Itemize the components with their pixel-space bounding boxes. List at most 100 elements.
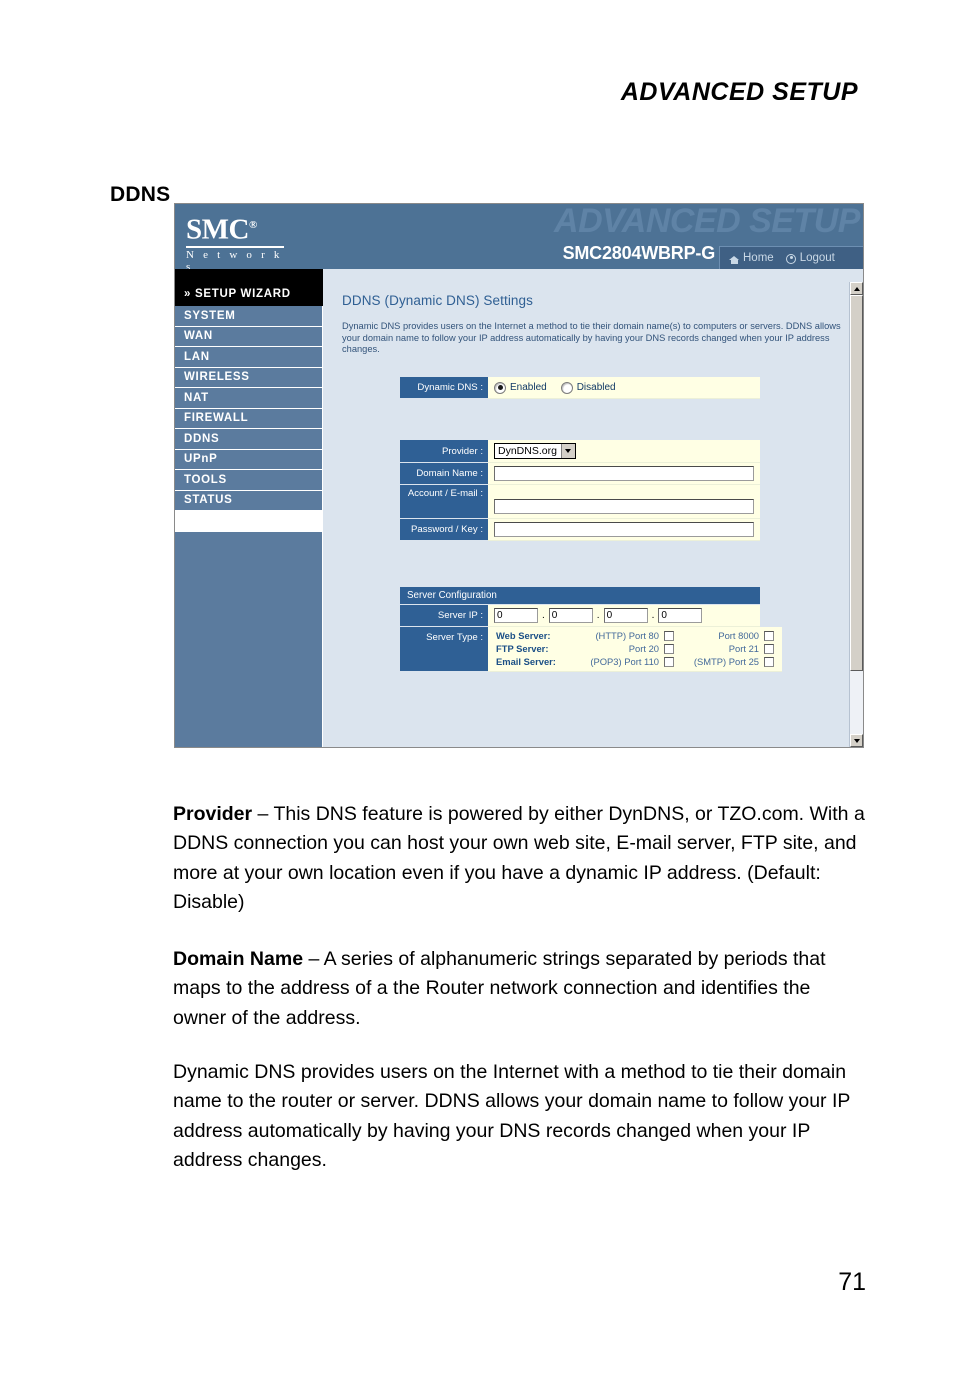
email-server-port-b-label: (SMTP) Port 25	[693, 656, 759, 667]
banner-watermark-text: ADVANCED SETUP	[554, 204, 860, 240]
radio-disabled-label: Disabled	[576, 382, 616, 393]
provider-text: – This DNS feature is powered by either …	[173, 802, 865, 914]
ip-separator-dot: .	[542, 610, 545, 621]
password-key-input[interactable]	[494, 522, 754, 537]
server-ip-label: Server IP :	[400, 605, 488, 627]
sidebar-item-label: SYSTEM	[184, 309, 236, 322]
server-type-value: Web Server: (HTTP) Port 80 Port 8000 FTP…	[488, 627, 782, 672]
ip-separator-dot: .	[596, 610, 600, 621]
dynamic-dns-block: Dynamic DNS : Enabled Disabled	[400, 377, 760, 399]
sidebar-item-wan[interactable]: WAN	[175, 326, 323, 347]
server-configuration-block: Server Configuration Server IP : . . . S…	[400, 587, 782, 672]
radio-disabled-dot-icon[interactable]	[560, 381, 573, 394]
power-logout-icon	[785, 253, 797, 264]
logo-wordmark: SMC®	[186, 210, 291, 245]
logout-link[interactable]: Logout	[785, 252, 835, 264]
server-ip-octet-1[interactable]	[494, 608, 538, 623]
domain-term: Domain Name	[173, 947, 304, 970]
sidebar-item-label: LAN	[184, 350, 210, 363]
sidebar-item-status[interactable]: STATUS	[175, 490, 323, 511]
domain-name-label: Domain Name :	[400, 463, 488, 485]
radio-enabled[interactable]: Enabled	[494, 381, 547, 394]
scrollbar-track[interactable]	[850, 295, 863, 734]
ftp-server-port-a-label: Port 20	[628, 643, 659, 654]
server-ip-octet-4[interactable]	[658, 608, 703, 623]
provider-value: DynDNS.org	[488, 440, 760, 463]
password-key-value	[488, 519, 760, 541]
server-ip-row: Server IP : . . .	[400, 605, 760, 627]
running-head: ADVANCED SETUP	[620, 78, 858, 106]
ip-separator-dot: .	[651, 610, 655, 621]
sidebar-top-strip	[175, 269, 323, 282]
domain-name-input[interactable]	[494, 466, 754, 481]
ftp-server-label: FTP Server:	[496, 643, 549, 654]
dynamic-dns-radio-group[interactable]: Enabled Disabled	[494, 381, 616, 394]
sidebar-item-nat[interactable]: NAT	[175, 388, 323, 409]
ftp-server-port-b-checkbox[interactable]	[764, 643, 774, 654]
chevron-down-icon[interactable]	[560, 444, 575, 458]
account-email-row: Account / E-mail :	[400, 485, 760, 519]
provider-label: Provider :	[400, 440, 488, 463]
password-key-label: Password / Key :	[400, 519, 488, 541]
account-email-value	[488, 485, 760, 519]
email-server-port-b-checkbox[interactable]	[764, 656, 774, 667]
page-number: 71	[838, 1268, 866, 1296]
web-server-port-b-checkbox[interactable]	[764, 630, 774, 641]
content-pane: DDNS (Dynamic DNS) Settings Dynamic DNS …	[323, 282, 849, 747]
sidebar-item-label: NAT	[184, 391, 209, 404]
smc-logo: SMC® N e t w o r k s	[186, 210, 291, 269]
sidebar-item-label: FIREWALL	[184, 412, 249, 425]
vertical-scrollbar[interactable]	[849, 282, 863, 747]
sidebar-item-wireless[interactable]: WIRELESS	[175, 367, 323, 388]
domain-name-value	[488, 463, 760, 485]
sidebar-item-upnp[interactable]: UPnP	[175, 449, 323, 470]
sidebar-item-label: TOOLS	[184, 473, 227, 486]
sidebar-nav: » SETUP WIZARD SYSTEM WAN LAN WIRELESS N…	[175, 282, 323, 747]
web-server-port-a-checkbox[interactable]	[664, 630, 674, 641]
server-ip-octet-3[interactable]	[603, 608, 648, 623]
server-type-grid: Web Server: (HTTP) Port 80 Port 8000 FTP…	[488, 627, 782, 671]
sidebar-item-lan[interactable]: LAN	[175, 347, 323, 368]
radio-enabled-dot-icon[interactable]	[494, 381, 506, 394]
ftp-server-port-a-checkbox[interactable]	[664, 643, 674, 654]
sidebar-filler	[175, 532, 323, 747]
page-title: DDNS	[110, 183, 171, 207]
radio-disabled[interactable]: Disabled	[560, 381, 616, 394]
email-server-port-a-checkbox[interactable]	[664, 656, 674, 667]
provider-select[interactable]: DynDNS.org	[494, 443, 576, 459]
web-server-port-a-label: (HTTP) Port 80	[595, 630, 659, 641]
radio-enabled-label: Enabled	[510, 382, 547, 393]
content-heading: DDNS (Dynamic DNS) Settings	[342, 293, 533, 308]
sidebar-item-label: WAN	[184, 330, 213, 343]
logo-networks-text: N e t w o r k s	[186, 248, 283, 269]
ftp-server-port-b-label: Port 21	[728, 643, 759, 654]
web-server-label: Web Server:	[496, 630, 551, 641]
account-email-input[interactable]	[494, 499, 754, 514]
scroll-up-arrow-icon[interactable]	[850, 282, 863, 295]
home-link[interactable]: Home	[729, 252, 774, 264]
sidebar-item-label: WIRELESS	[184, 371, 250, 384]
ddns-credentials-block: Provider : DynDNS.org Domain Name : Acco…	[400, 440, 760, 541]
server-ip-octet-2[interactable]	[548, 608, 593, 623]
logo-smc-text: SMC	[186, 213, 249, 246]
sidebar-item-label: DDNS	[184, 432, 220, 445]
scrollbar-thumb[interactable]	[850, 295, 863, 671]
server-ip-value: . . .	[488, 605, 760, 627]
sidebar-item-ddns[interactable]: DDNS	[175, 429, 323, 450]
sidebar-item-tools[interactable]: TOOLS	[175, 470, 323, 491]
home-icon	[729, 253, 740, 264]
provider-row: Provider : DynDNS.org	[400, 440, 760, 463]
logo-divider	[186, 245, 284, 248]
registered-mark-icon: ®	[248, 219, 257, 231]
model-name: SMC2804WBRP-G	[562, 243, 716, 263]
paragraph-provider: Provider – This DNS feature is powered b…	[173, 800, 867, 918]
server-type-label: Server Type :	[400, 627, 488, 672]
sidebar-item-system[interactable]: SYSTEM	[175, 306, 323, 327]
server-type-row: Server Type : Web Server: (HTTP) Port 80…	[400, 627, 782, 672]
sidebar-item-firewall[interactable]: FIREWALL	[175, 408, 323, 429]
scroll-down-arrow-icon[interactable]	[850, 734, 863, 747]
sidebar-item-setup-wizard[interactable]: » SETUP WIZARD	[175, 282, 323, 306]
home-label: Home	[743, 252, 774, 264]
top-nav: Home Logout	[719, 246, 863, 269]
logout-label: Logout	[799, 252, 835, 264]
